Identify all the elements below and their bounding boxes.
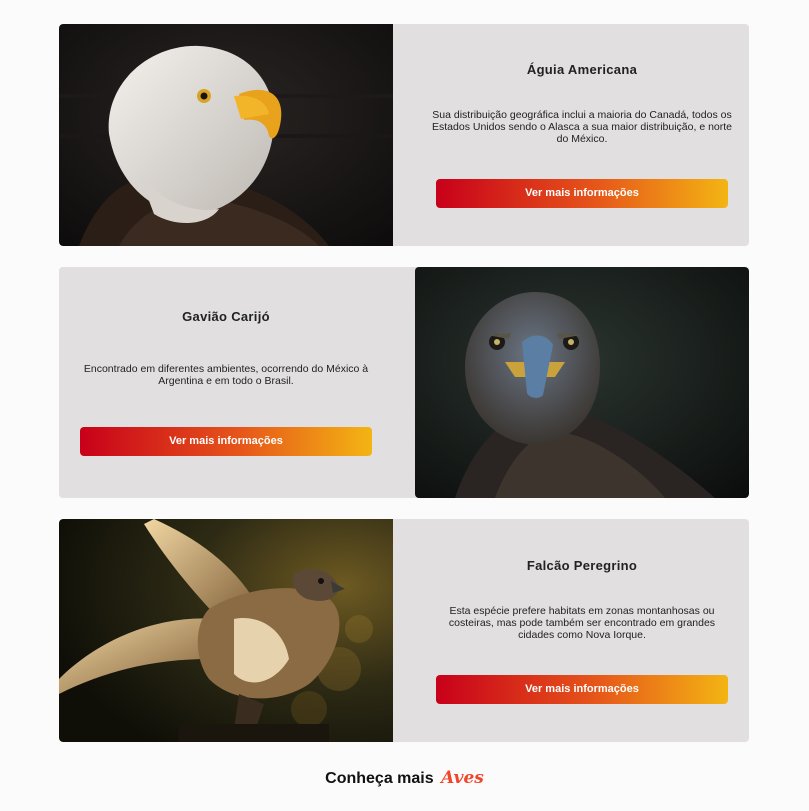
footer-text: Conheça mais (325, 770, 434, 787)
card-description: Esta espécie prefere habitats em zonas m… (448, 605, 716, 641)
bird-card-bald-eagle: Águia Americana Sua distribuição geográf… (59, 24, 749, 246)
more-info-button[interactable]: Ver mais informações (436, 675, 728, 704)
more-info-button[interactable]: Ver mais informações (80, 427, 372, 456)
bird-card-peregrine-falcon: Falcão Peregrino Esta espécie prefere ha… (59, 519, 749, 742)
card-title: Falcão Peregrino (526, 558, 638, 573)
bird-card-hawk: Gavião Carijó Encontrado em diferentes a… (59, 267, 749, 498)
card-title: Águia Americana (526, 62, 638, 77)
card-description: Encontrado em diferentes ambientes, ocor… (83, 363, 369, 387)
bald-eagle-photo (59, 24, 393, 246)
peregrine-falcon-photo (59, 519, 393, 742)
card-text: Gavião Carijó Encontrado em diferentes a… (80, 267, 372, 498)
card-text: Falcão Peregrino Esta espécie prefere ha… (436, 519, 728, 742)
card-description: Sua distribuição geográfica inclui a mai… (432, 109, 733, 145)
footer-cta: Conheça mais Aves (0, 768, 809, 788)
hawk-photo (415, 267, 749, 498)
more-info-button[interactable]: Ver mais informações (436, 179, 728, 208)
card-title: Gavião Carijó (182, 309, 270, 324)
card-text: Águia Americana Sua distribuição geográf… (432, 24, 732, 246)
brand-logo[interactable]: Aves (441, 768, 484, 788)
